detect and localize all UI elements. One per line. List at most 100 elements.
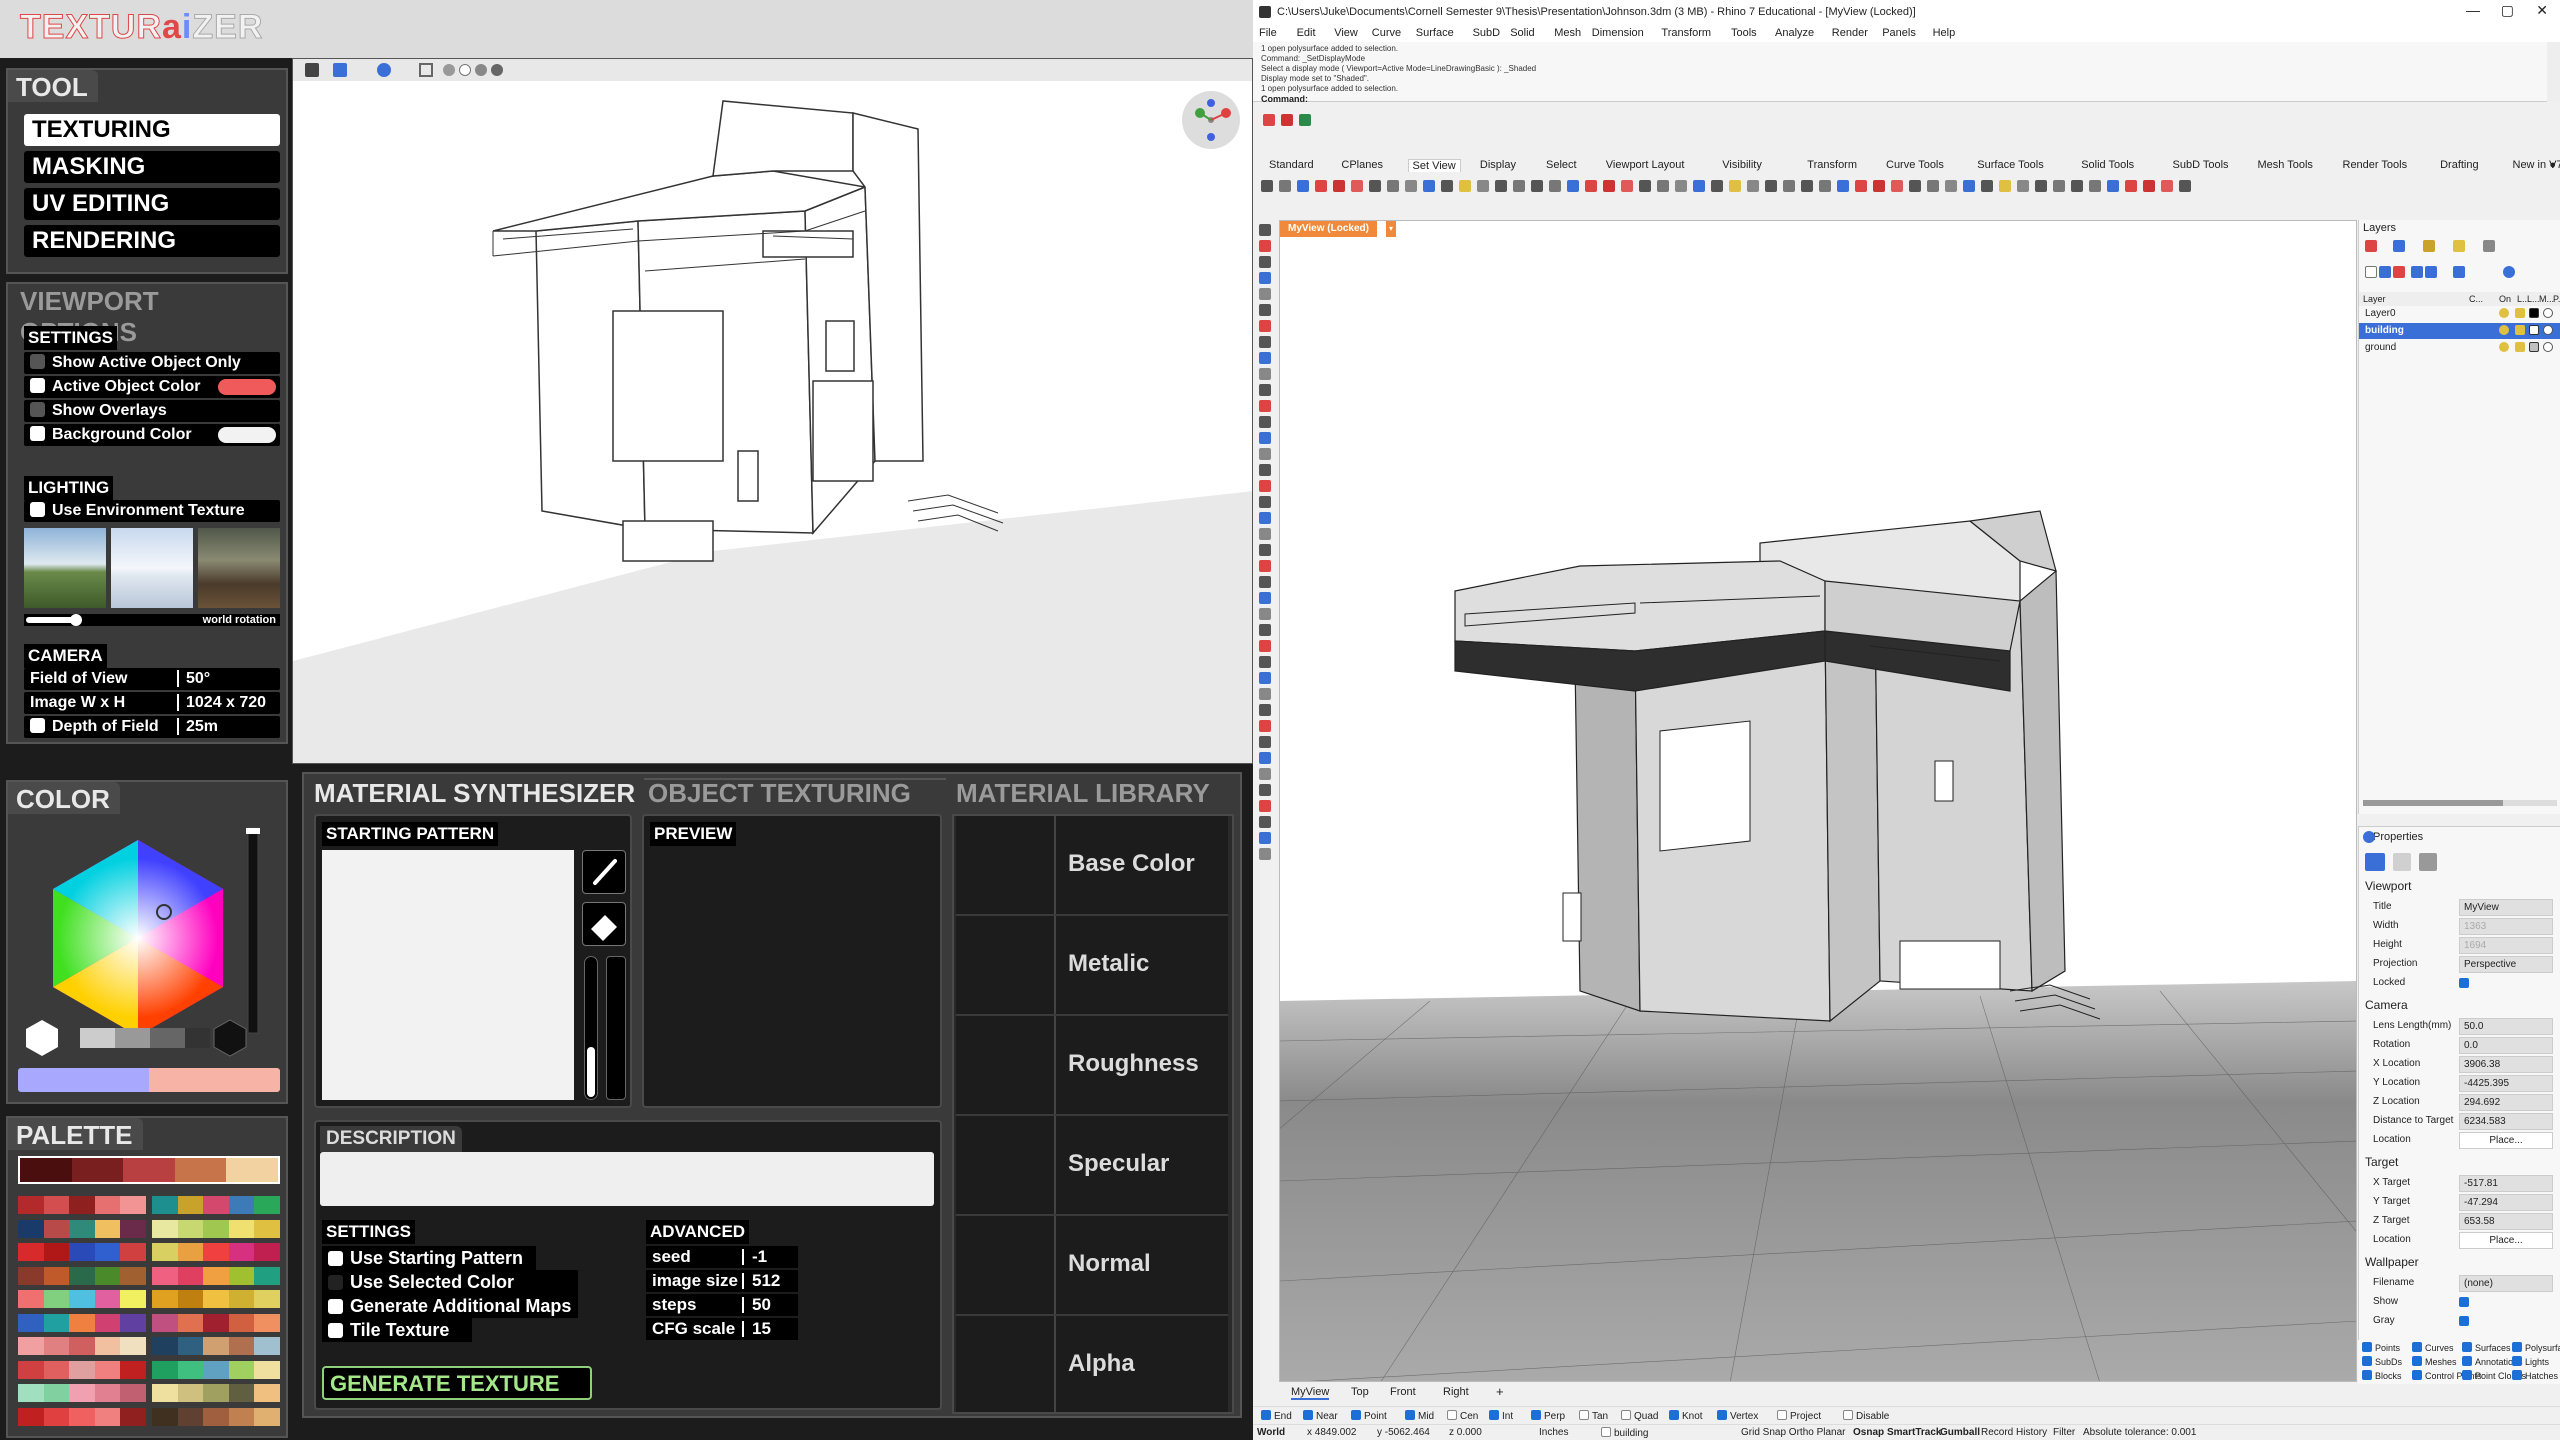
checkbox[interactable] xyxy=(1351,1410,1361,1420)
new-sublayer-icon[interactable] xyxy=(2379,266,2391,278)
palette-set[interactable] xyxy=(152,1196,280,1214)
osnap-disable[interactable]: Disable xyxy=(1843,1410,1889,1422)
tool-icon[interactable] xyxy=(2179,180,2191,192)
layer-column-header[interactable]: L... xyxy=(2527,294,2540,304)
material-icon[interactable] xyxy=(2543,325,2553,335)
osnap-perp[interactable]: Perp xyxy=(1531,1410,1565,1422)
toolbar-tab[interactable]: Visibility xyxy=(1722,159,1762,171)
filter-polysurfaces[interactable]: Polysurfaces xyxy=(2512,1342,2560,1353)
toolbar-tab[interactable]: Mesh Tools xyxy=(2258,159,2313,171)
material-icon[interactable] xyxy=(2543,342,2553,352)
checkbox[interactable] xyxy=(1531,1410,1541,1420)
navigate-icon[interactable] xyxy=(333,63,347,77)
palette-set[interactable] xyxy=(152,1360,280,1379)
checkbox[interactable] xyxy=(2462,1356,2472,1366)
side-tool-icon[interactable] xyxy=(1259,400,1271,412)
layer-row[interactable]: Layer0 xyxy=(2359,306,2560,322)
background-color-toggle[interactable]: Background Color xyxy=(24,424,280,446)
select-icon[interactable] xyxy=(305,63,319,77)
toolbar-tab[interactable]: Select xyxy=(1546,159,1577,171)
menu-view[interactable]: View xyxy=(1334,27,1358,39)
world-rotation-slider[interactable]: world rotation xyxy=(24,614,280,626)
osnap-project[interactable]: Project xyxy=(1777,1410,1821,1422)
property-value[interactable]: MyView xyxy=(2459,899,2553,916)
property-value[interactable]: (none) xyxy=(2459,1275,2553,1292)
tool-icon[interactable] xyxy=(1783,180,1795,192)
palette-set[interactable] xyxy=(152,1407,280,1426)
tool-icon[interactable] xyxy=(1495,180,1507,192)
side-tool-icon[interactable] xyxy=(1259,640,1271,652)
palette-set[interactable] xyxy=(18,1266,146,1285)
metallic-map[interactable]: Metalic xyxy=(956,916,1228,1016)
active-palette[interactable] xyxy=(18,1156,280,1184)
tool-icon[interactable] xyxy=(1765,180,1777,192)
texturing-viewport[interactable] xyxy=(292,58,1253,764)
generate-additional-maps-toggle[interactable]: Generate Additional Maps xyxy=(322,1294,578,1318)
side-tool-icon[interactable] xyxy=(1259,752,1271,764)
tool-icon[interactable] xyxy=(1873,180,1885,192)
record-history-toggle[interactable]: Record History xyxy=(1981,1427,2047,1438)
eraser-button[interactable] xyxy=(582,902,626,946)
side-tool-icon[interactable] xyxy=(1259,432,1271,444)
filter-meshes[interactable]: Meshes xyxy=(2412,1356,2457,1367)
side-tool-icon[interactable] xyxy=(1259,848,1271,860)
tool-icon[interactable] xyxy=(1351,180,1363,192)
active-object-color-toggle[interactable]: Active Object Color xyxy=(24,376,280,398)
checkbox[interactable] xyxy=(2512,1342,2522,1352)
new-layer-icon[interactable] xyxy=(2365,266,2377,278)
tool-icon[interactable] xyxy=(1981,180,1993,192)
checkbox[interactable] xyxy=(1405,1410,1415,1420)
tool-rendering-button[interactable]: RENDERING xyxy=(24,225,280,257)
filter-lights[interactable]: Lights xyxy=(2512,1356,2549,1367)
field-of-view-field[interactable]: Field of View 50° xyxy=(24,668,280,690)
layer-tool-icon[interactable] xyxy=(2365,240,2377,252)
tool-icon[interactable] xyxy=(1909,180,1921,192)
delete-layer-icon[interactable] xyxy=(2393,266,2405,278)
layer-column-header[interactable]: Layer xyxy=(2363,294,2386,304)
viewport-tab-front[interactable]: Front xyxy=(1390,1386,1416,1398)
osnap-toggle[interactable]: Osnap xyxy=(1853,1427,1884,1438)
palette-color[interactable] xyxy=(123,1158,175,1182)
hdri-thumbnail-field[interactable] xyxy=(24,528,106,608)
side-tool-icon[interactable] xyxy=(1259,320,1271,332)
world-rotation-handle[interactable] xyxy=(70,614,83,626)
property-checkbox[interactable] xyxy=(2459,1297,2472,1309)
tool-icon[interactable] xyxy=(1855,180,1867,192)
display-props-icon[interactable] xyxy=(2393,853,2411,871)
layer-row[interactable]: ground xyxy=(2359,340,2560,356)
viewport-tab-right[interactable]: Right xyxy=(1443,1386,1469,1398)
hdri-thumbnail-forest[interactable] xyxy=(198,528,280,608)
toolbar-tab[interactable]: Viewport Layout xyxy=(1606,159,1685,171)
osnap-knot[interactable]: Knot xyxy=(1669,1410,1703,1422)
filter-points[interactable]: Points xyxy=(2362,1342,2400,1353)
lock-icon[interactable] xyxy=(2515,308,2525,318)
snap-icon[interactable] xyxy=(1263,114,1275,126)
tool-icon[interactable] xyxy=(1801,180,1813,192)
checkbox[interactable] xyxy=(30,378,45,393)
history-scrollbar[interactable] xyxy=(2547,42,2560,102)
checkbox[interactable] xyxy=(2462,1342,2472,1352)
filter-subds[interactable]: SubDs xyxy=(2362,1356,2402,1367)
palette-set[interactable] xyxy=(152,1384,280,1402)
side-tool-icon[interactable] xyxy=(1259,384,1271,396)
palette-color[interactable] xyxy=(174,1158,227,1182)
menu-curve[interactable]: Curve xyxy=(1372,27,1401,39)
side-tool-icon[interactable] xyxy=(1259,352,1271,364)
tool-icon[interactable] xyxy=(2035,180,2047,192)
osnap-cen[interactable]: Cen xyxy=(1447,1410,1478,1422)
checkbox[interactable] xyxy=(2412,1356,2422,1366)
command-prompt[interactable]: Command: xyxy=(1261,94,1308,104)
tool-icon[interactable] xyxy=(1639,180,1651,192)
selected-color-gradient[interactable] xyxy=(18,1068,280,1092)
tool-icon[interactable] xyxy=(1441,180,1453,192)
tool-icon[interactable] xyxy=(1693,180,1705,192)
palette-set[interactable] xyxy=(18,1219,146,1238)
layer-column-header[interactable]: C... xyxy=(2469,294,2483,304)
material-shading-icon[interactable] xyxy=(475,64,487,76)
checkbox[interactable] xyxy=(30,426,45,441)
tool-uv-editing-button[interactable]: UV EDITING xyxy=(24,188,280,220)
checkbox[interactable] xyxy=(2459,978,2469,988)
specular-map[interactable]: Specular xyxy=(956,1116,1228,1216)
background-color-swatch[interactable] xyxy=(218,427,276,443)
close-icon[interactable]: ✕ xyxy=(2536,2,2548,19)
